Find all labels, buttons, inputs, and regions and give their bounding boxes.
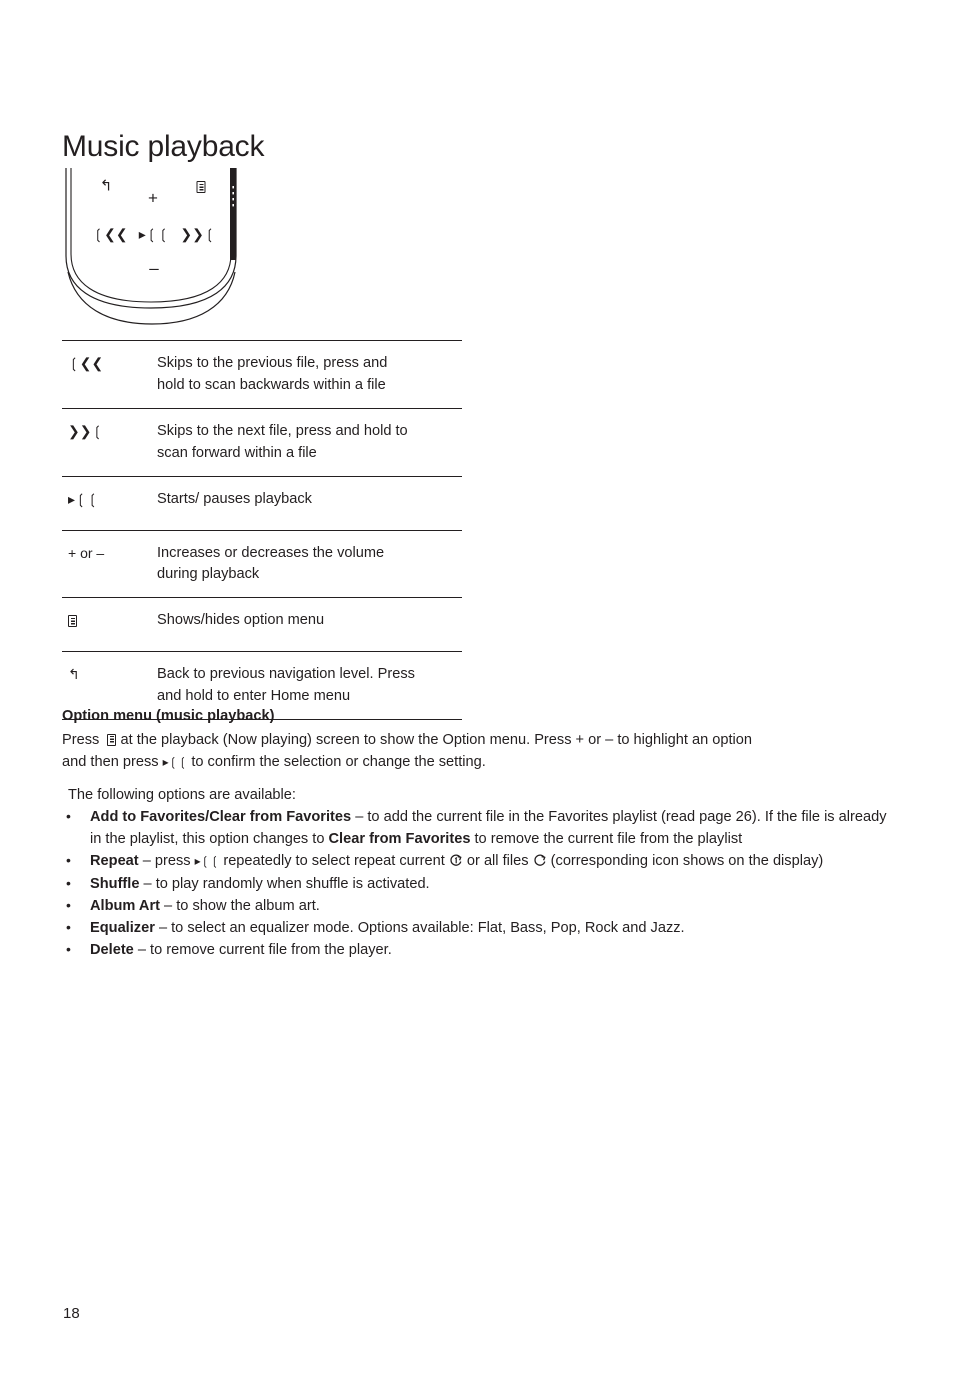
table-row-description: Skips to the previous file, press and ho…	[157, 353, 462, 397]
option-text: to remove the current file from the play…	[470, 831, 743, 848]
option-text: – to show the album art.	[160, 897, 320, 914]
option-label: Album Art	[90, 897, 160, 914]
manual-page: Music playback ↰ + ❲❮❮ ▸❲❲ ❯❯❲ – ❲❮❮ Ski…	[0, 0, 954, 1374]
list-item-add-to-favorites: • Add to Favorites/Clear from Favorites …	[62, 806, 892, 850]
previous-track-icon: ❲❮❮	[68, 355, 104, 371]
option-label: Shuffle	[90, 875, 140, 892]
bullet-icon: •	[66, 808, 71, 824]
menu-icon	[68, 615, 77, 628]
desc-line: Skips to the previous file, press and	[157, 355, 388, 371]
play-pause-icon: ▸❲❲	[68, 490, 99, 507]
device-illustration: ↰ + ❲❮❮ ▸❲❲ ❯❯❲ –	[62, 168, 240, 328]
option-text: (corresponding icon shows on the display…	[546, 853, 824, 870]
table-row-description: Skips to the next file, press and hold t…	[157, 421, 462, 465]
option-text: or all files	[462, 853, 533, 870]
option-text: – press	[138, 853, 195, 870]
device-previous-button[interactable]: ❲❮❮	[92, 227, 127, 241]
table-row-description: Back to previous navigation level. Press…	[157, 664, 462, 708]
device-volume-down-button[interactable]: –	[149, 260, 158, 277]
table-row: Shows/hides option menu	[62, 597, 462, 651]
options-available-intro: The following options are available:	[68, 787, 296, 803]
list-item-repeat: • Repeat – press ▸❲❲ repeatedly to selec…	[62, 850, 892, 872]
device-button-labels: ↰ + ❲❮❮ ▸❲❲ ❯❯❲ –	[62, 168, 240, 328]
paragraph-text: at the playback (Now playing) screen to …	[120, 731, 753, 748]
paragraph-line: and then press ▸❲❲ to confirm the select…	[62, 751, 887, 773]
paragraph-text: Press	[62, 731, 100, 748]
menu-icon	[107, 733, 117, 746]
device-option-menu-button[interactable]	[196, 179, 206, 193]
device-play-pause-button[interactable]: ▸❲❲	[139, 227, 170, 241]
repeat-all-icon	[533, 853, 547, 868]
list-item-shuffle: • Shuffle – to play randomly when shuffl…	[62, 873, 892, 895]
option-menu-paragraph: Press at the playback (Now playing) scre…	[62, 729, 887, 773]
play-pause-icon: ▸❲❲	[162, 755, 188, 770]
device-back-button[interactable]: ↰	[100, 179, 113, 194]
table-row-description: Increases or decreases the volume during…	[157, 543, 462, 587]
desc-line: Starts/ pauses playback	[157, 490, 312, 507]
paragraph-text: and then press	[62, 754, 159, 771]
desc-line: and hold to enter Home menu	[157, 688, 351, 705]
volume-plus-minus-icon: + or –	[68, 544, 105, 561]
list-item-delete: • Delete – to remove current file from t…	[62, 939, 892, 961]
table-row: ❲❮❮ Skips to the previous file, press an…	[62, 340, 462, 408]
table-row-description: Starts/ pauses playback	[157, 489, 462, 511]
table-row: ❯❯❲ Skips to the next file, press and ho…	[62, 407, 462, 476]
bullet-icon: •	[66, 896, 71, 913]
list-item-album-art: • Album Art – to show the album art.	[62, 895, 892, 917]
menu-icon	[196, 181, 206, 193]
option-label: Equalizer	[90, 919, 155, 936]
option-text: – to select an equalizer mode. Options a…	[154, 919, 685, 936]
device-volume-up-button[interactable]: +	[148, 190, 158, 207]
paragraph-line: Press at the playback (Now playing) scre…	[62, 729, 887, 751]
device-next-button[interactable]: ❯❯❲	[180, 227, 215, 241]
page-title: Music playback	[62, 130, 265, 163]
table-row: + or – Increases or decreases the volume…	[62, 529, 462, 598]
option-text: – to play randomly when shuffle is activ…	[139, 875, 430, 892]
desc-line: scan forward within a file	[157, 444, 317, 461]
desc-line: Increases or decreases the volume	[157, 544, 385, 561]
table-row: ▸❲❲ Starts/ pauses playback	[62, 475, 462, 530]
option-menu-heading: Option menu (music playback)	[62, 708, 275, 724]
desc-line: during playback	[157, 566, 260, 583]
desc-line: Shows/hides option menu	[157, 612, 325, 629]
desc-line: Back to previous navigation level. Press	[157, 666, 415, 683]
option-menu-icon-cell	[62, 610, 157, 632]
bullet-icon: •	[66, 852, 71, 869]
play-pause-icon: ▸❲❲	[194, 854, 220, 869]
table-row-description: Shows/hides option menu	[157, 610, 462, 632]
desc-line: Skips to the next file, press and hold t…	[157, 422, 408, 439]
option-label-inline: Clear from Favorites	[328, 831, 471, 848]
option-text: – to remove current file from the player…	[133, 942, 392, 959]
list-item-equalizer: • Equalizer – to select an equalizer mod…	[62, 917, 892, 939]
option-label: Repeat	[90, 853, 139, 870]
bullet-icon: •	[66, 941, 71, 958]
next-track-icon: ❯❯❲	[68, 422, 104, 439]
button-reference-table: ❲❮❮ Skips to the previous file, press an…	[62, 340, 462, 721]
option-label: Add to Favorites/Clear from Favorites	[90, 809, 352, 825]
back-arrow-icon: ↰	[68, 666, 80, 683]
paragraph-text: to confirm the selection or change the s…	[191, 754, 486, 771]
option-text: repeatedly to select repeat current	[219, 853, 449, 870]
repeat-one-icon	[449, 853, 463, 868]
desc-line: hold to scan backwards within a file	[157, 376, 386, 393]
page-number: 18	[63, 1305, 80, 1322]
option-menu-section: Option menu (music playback) Press at th…	[62, 706, 887, 773]
option-label: Delete	[90, 942, 134, 959]
bullet-icon: •	[66, 918, 71, 935]
option-menu-list: • Add to Favorites/Clear from Favorites …	[62, 806, 892, 961]
bullet-icon: •	[66, 874, 71, 891]
